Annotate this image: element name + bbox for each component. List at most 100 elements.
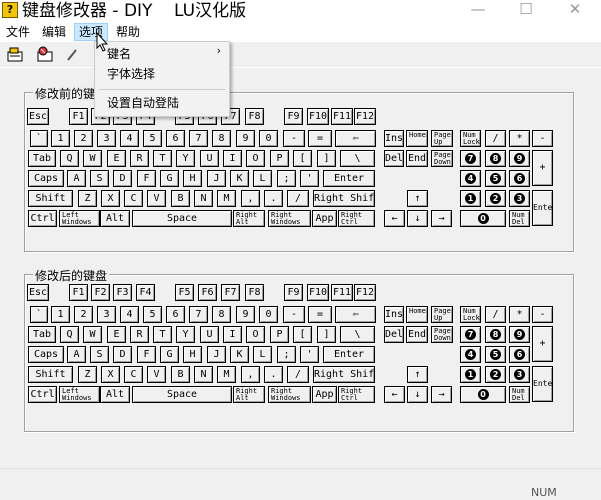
before-key-h[interactable]: H <box>183 170 202 187</box>
after-key-y[interactable]: Y <box>176 326 195 343</box>
after-key-numlock[interactable]: Num Lock <box>460 306 481 323</box>
before-key-shift[interactable]: Shift <box>28 190 73 207</box>
before-key-n9[interactable]: 9 <box>236 130 255 147</box>
after-key-o[interactable]: O <box>246 326 265 343</box>
after-key-f9[interactable]: F9 <box>284 284 303 301</box>
before-key-k6[interactable]: 6 <box>509 170 530 187</box>
before-key-nmul[interactable]: * <box>509 130 530 147</box>
maximize-button[interactable]: ☐ <box>503 0 549 22</box>
dropdown-item-font-select[interactable]: 字体选择 <box>95 64 229 84</box>
before-key-app[interactable]: App <box>312 210 337 227</box>
after-key-ralt[interactable]: Right Alt <box>233 386 265 403</box>
after-key-p[interactable]: P <box>270 326 289 343</box>
after-key-tab[interactable]: Tab <box>28 326 56 343</box>
before-key-rbr[interactable]: ] <box>317 150 336 167</box>
after-key-k0[interactable]: 0 <box>460 386 506 403</box>
before-key-bslash[interactable]: \ <box>340 150 375 167</box>
after-key-n5[interactable]: 5 <box>143 306 162 323</box>
before-key-y[interactable]: Y <box>176 150 195 167</box>
after-key-f5[interactable]: F5 <box>175 284 194 301</box>
before-key-p[interactable]: P <box>270 150 289 167</box>
before-key-del[interactable]: Del <box>384 150 404 167</box>
after-key-h[interactable]: H <box>183 346 202 363</box>
after-key-nmul[interactable]: * <box>509 306 530 323</box>
after-key-f1[interactable]: F1 <box>69 284 88 301</box>
before-key-end[interactable]: End <box>406 150 428 167</box>
before-key-tab[interactable]: Tab <box>28 150 56 167</box>
before-key-enter[interactable]: Enter <box>323 170 375 187</box>
before-key-n3[interactable]: 3 <box>97 130 116 147</box>
before-key-period[interactable]: . <box>264 190 283 207</box>
after-key-ndiv[interactable]: / <box>485 306 506 323</box>
before-key-n2[interactable]: 2 <box>74 130 93 147</box>
after-key-bslash[interactable]: \ <box>340 326 375 343</box>
before-key-a[interactable]: A <box>67 170 86 187</box>
before-key-m[interactable]: M <box>217 190 236 207</box>
before-key-f11[interactable]: F11 <box>331 108 353 125</box>
after-key-n3[interactable]: 3 <box>97 306 116 323</box>
dropdown-item-key-names[interactable]: 键名 › <box>95 44 229 64</box>
clear-keyboard-icon[interactable] <box>36 46 54 64</box>
after-key-f12[interactable]: F12 <box>354 284 376 301</box>
before-key-quote[interactable]: ' <box>300 170 319 187</box>
before-key-n6[interactable]: 6 <box>166 130 185 147</box>
after-key-left[interactable]: ← <box>384 386 405 403</box>
after-key-e[interactable]: E <box>107 326 126 343</box>
before-key-k[interactable]: K <box>230 170 249 187</box>
before-key-n[interactable]: N <box>194 190 213 207</box>
before-key-pgup[interactable]: Page Up <box>431 130 453 147</box>
before-key-f8[interactable]: F8 <box>245 108 264 125</box>
before-key-k0[interactable]: 0 <box>460 210 506 227</box>
before-key-k4[interactable]: 4 <box>460 170 481 187</box>
after-key-comma[interactable]: , <box>241 366 260 383</box>
close-button[interactable]: ✕ <box>552 0 598 22</box>
after-key-semi[interactable]: ; <box>277 346 296 363</box>
after-key-x[interactable]: X <box>101 366 120 383</box>
after-key-d[interactable]: D <box>113 346 132 363</box>
after-key-b[interactable]: B <box>171 366 190 383</box>
before-key-alt[interactable]: Alt <box>100 210 130 227</box>
before-key-n0[interactable]: 0 <box>259 130 278 147</box>
after-key-ndel[interactable]: Num Del <box>509 386 530 403</box>
after-key-k9[interactable]: 9 <box>509 326 530 343</box>
before-key-u[interactable]: U <box>200 150 219 167</box>
after-key-rwin[interactable]: Right Windows <box>268 386 311 403</box>
after-key-n4[interactable]: 4 <box>120 306 139 323</box>
before-key-r[interactable]: R <box>130 150 149 167</box>
after-key-r[interactable]: R <box>130 326 149 343</box>
after-key-end[interactable]: End <box>406 326 428 343</box>
before-key-k2[interactable]: 2 <box>485 190 506 207</box>
after-key-minus[interactable]: - <box>283 306 305 323</box>
before-key-s[interactable]: S <box>90 170 109 187</box>
before-key-minus[interactable]: - <box>283 130 305 147</box>
before-key-z[interactable]: Z <box>78 190 97 207</box>
after-key-rbr[interactable]: ] <box>317 326 336 343</box>
before-key-down[interactable]: ↓ <box>407 210 428 227</box>
after-key-f[interactable]: F <box>137 346 156 363</box>
before-key-right[interactable]: → <box>431 210 452 227</box>
before-key-b[interactable]: B <box>171 190 190 207</box>
after-key-ins[interactable]: Ins <box>384 306 404 323</box>
before-key-q[interactable]: Q <box>60 150 79 167</box>
after-key-up[interactable]: ↑ <box>407 366 428 383</box>
before-key-numlock[interactable]: Num Lock <box>460 130 481 147</box>
after-key-home[interactable]: Home <box>406 306 428 323</box>
after-key-shift[interactable]: Shift <box>28 366 73 383</box>
before-key-semi[interactable]: ; <box>277 170 296 187</box>
after-key-l[interactable]: L <box>253 346 272 363</box>
before-key-lwin[interactable]: Left Windows <box>59 210 100 227</box>
after-key-period[interactable]: . <box>264 366 283 383</box>
after-key-f3[interactable]: F3 <box>113 284 132 301</box>
after-key-k2[interactable]: 2 <box>485 366 506 383</box>
before-key-f1[interactable]: F1 <box>69 108 88 125</box>
before-key-t[interactable]: T <box>153 150 172 167</box>
menu-help[interactable]: 帮助 <box>112 23 144 41</box>
after-key-down[interactable]: ↓ <box>407 386 428 403</box>
before-key-n4[interactable]: 4 <box>120 130 139 147</box>
minimize-button[interactable]: — <box>455 0 501 22</box>
after-key-right[interactable]: → <box>431 386 452 403</box>
before-key-f12[interactable]: F12 <box>354 108 376 125</box>
after-key-backspace[interactable]: ⇦ <box>335 306 376 323</box>
after-key-g[interactable]: G <box>160 346 179 363</box>
before-key-n5[interactable]: 5 <box>143 130 162 147</box>
